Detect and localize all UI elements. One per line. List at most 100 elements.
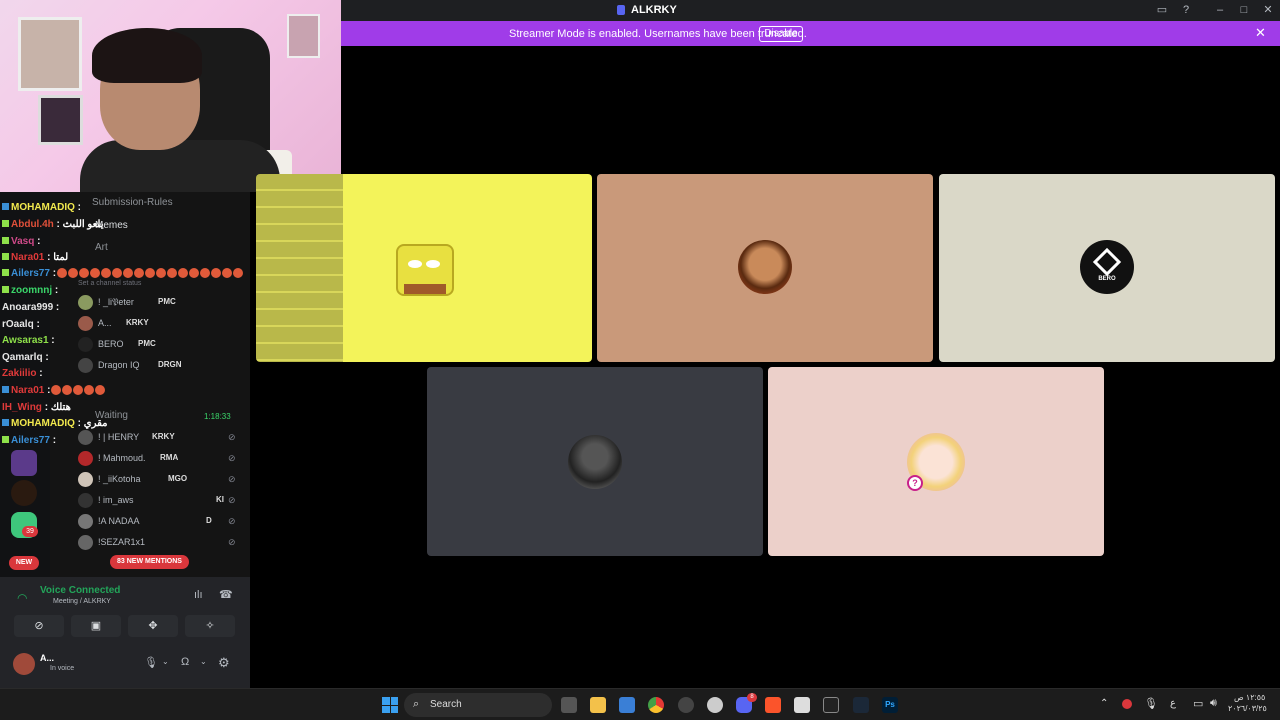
photoshop-icon[interactable]: Ps: [882, 697, 898, 713]
video-tile[interactable]: [256, 174, 592, 362]
chat-line: Nara01 : لمتا: [2, 252, 68, 263]
new-mentions-pill[interactable]: 83 NEW MENTIONS: [110, 555, 189, 569]
chat-line: Ailers77 :: [2, 435, 56, 446]
steam-icon[interactable]: [853, 697, 869, 713]
video-tile[interactable]: ?: [768, 367, 1104, 556]
user-avatar-icon: [568, 435, 622, 489]
inbox-icon[interactable]: ▭: [1153, 3, 1171, 17]
activities-button[interactable]: ✥: [128, 615, 178, 637]
chevron-up-icon[interactable]: ⌃: [1100, 698, 1108, 709]
tile-stripes: [256, 174, 343, 362]
clock-date[interactable]: ٢٠٢٦/٠٣/٢٥: [1228, 704, 1267, 713]
gear-icon[interactable]: ⚙: [218, 655, 230, 671]
unread-badge: 39: [22, 526, 38, 537]
voice-user[interactable]: !SEZAR1x1 ⊘: [76, 533, 246, 553]
maximize-button[interactable]: □: [1235, 3, 1253, 17]
signal-icon[interactable]: ◠: [17, 591, 27, 605]
clock-time[interactable]: ١٢:٥٥ ص: [1234, 693, 1265, 702]
voice-user[interactable]: ! _iiKotoha MGO ⊘: [76, 470, 246, 490]
question-icon: ?: [907, 475, 923, 491]
disconnect-icon[interactable]: ☎: [219, 588, 233, 601]
headphones-icon[interactable]: Ω: [181, 656, 189, 668]
camera-off-button[interactable]: ⊘: [14, 615, 64, 637]
chat-line: Vasq :: [2, 236, 40, 247]
video-tile[interactable]: [427, 367, 763, 556]
windows-start-icon[interactable]: [382, 697, 398, 713]
chat-line: Qamarlq :: [2, 352, 49, 363]
user-avatar-icon: [738, 240, 792, 294]
voice-user[interactable]: BERO PMC: [76, 335, 246, 355]
capcut-icon[interactable]: [823, 697, 839, 713]
search-icon: ⌕: [413, 698, 420, 710]
taskbar: ⌕ Search 8 Ps ⌃ 🎙︎ ع ▭ 🔊︎ ١٢:٥٥ ص ٢٠٢٦/٠…: [0, 688, 1280, 720]
discord-badge: 8: [747, 693, 757, 702]
video-tile[interactable]: BERO: [939, 174, 1275, 362]
channel-art[interactable]: Art: [95, 242, 108, 253]
chat-line: MOHAMADIQ : مقري: [2, 418, 108, 429]
streamer-mode-banner: Streamer Mode is enabled. Usernames have…: [341, 21, 1280, 46]
noise-suppression-icon[interactable]: ılı: [194, 589, 203, 601]
current-user-status: In voice: [50, 665, 75, 672]
wall-frame-icon: [18, 17, 82, 91]
microphone-icon[interactable]: 🎙︎: [144, 656, 158, 669]
video-tile[interactable]: [597, 174, 933, 362]
tray-app-icon[interactable]: [1122, 699, 1132, 709]
voice-status[interactable]: Voice Connected: [40, 585, 120, 596]
voice-user[interactable]: ! | HENRY KRKY ⊘: [76, 428, 246, 448]
voice-user[interactable]: ! _li𝔓eter PMC: [76, 293, 246, 313]
chevron-down-icon[interactable]: ⌄: [162, 657, 169, 666]
title-bar: ALKRKY ▭ ? – □ ✕: [341, 0, 1280, 21]
server-icon[interactable]: [11, 450, 37, 476]
webcam-overlay: [0, 0, 341, 192]
chat-line: Abdul.4h : يلعو اللبث: [2, 219, 104, 230]
voice-location[interactable]: Meeting / ALKRKY: [53, 598, 111, 605]
screen-share-button[interactable]: ▣: [71, 615, 121, 637]
close-window-button[interactable]: ✕: [1259, 3, 1277, 17]
voice-user[interactable]: A... KRKY: [76, 314, 246, 334]
search-box[interactable]: ⌕ Search: [404, 693, 552, 717]
app-logo-icon: [617, 5, 625, 15]
chat-line: Zakiilio :: [2, 368, 43, 379]
channel-status[interactable]: Set a channel status: [78, 280, 141, 287]
minimize-button[interactable]: –: [1211, 3, 1229, 17]
obs-icon[interactable]: [678, 697, 694, 713]
help-icon[interactable]: ?: [1177, 3, 1195, 17]
store-icon[interactable]: [619, 697, 635, 713]
voice-user[interactable]: !A NADAA D ⊘: [76, 512, 246, 532]
chat-line: Ailers77 :: [2, 268, 244, 279]
close-banner-icon[interactable]: ✕: [1255, 25, 1266, 41]
current-user-name[interactable]: A...: [40, 653, 54, 663]
brave-icon[interactable]: [765, 697, 781, 713]
chat-line: MOHAMADIQ :: [2, 202, 81, 213]
voice-user[interactable]: ! im_aws KI ⊘: [76, 491, 246, 511]
file-explorer-icon[interactable]: [590, 697, 606, 713]
network-icon[interactable]: ▭: [1193, 697, 1203, 710]
bero-avatar-icon: BERO: [1080, 240, 1134, 294]
window-title: ALKRKY: [631, 4, 677, 16]
microphone-tray-icon[interactable]: 🎙︎: [1144, 697, 1158, 710]
tile-background: [343, 174, 592, 362]
chevron-down-icon[interactable]: ⌄: [200, 657, 207, 666]
language-indicator[interactable]: ع: [1170, 698, 1176, 709]
new-badge[interactable]: NEW: [9, 556, 39, 570]
chat-line: zoomnnj :: [2, 285, 58, 296]
chrome-icon[interactable]: [648, 697, 664, 713]
chat-line: Awsaras1 :: [2, 335, 55, 346]
chat-line: Nara01 :: [2, 385, 106, 396]
avatar[interactable]: [13, 653, 35, 675]
task-view-icon[interactable]: [561, 697, 577, 713]
bero-label: BERO: [1098, 276, 1116, 282]
voice-user[interactable]: ! Mahmoud. RMA ⊘: [76, 449, 246, 469]
streamer-hair: [92, 28, 202, 83]
soundboard-button[interactable]: ✧: [185, 615, 235, 637]
volume-icon[interactable]: 🔊︎: [1210, 697, 1217, 710]
voice-panel: ◠ Voice Connected Meeting / ALKRKY ılı ☎…: [0, 577, 250, 688]
channel-submission-rules[interactable]: Submission-Rules: [92, 197, 173, 208]
steam-gear-icon[interactable]: [707, 697, 723, 713]
chat-line: rOaalq :: [2, 319, 40, 330]
server-icon[interactable]: [11, 480, 37, 506]
voice-user[interactable]: Dragon IQ DRGN: [76, 356, 246, 376]
disable-streamer-mode-button[interactable]: Disable: [759, 26, 803, 42]
chat-line: IH_Wing : هتلك: [2, 402, 71, 413]
notepad-icon[interactable]: [794, 697, 810, 713]
